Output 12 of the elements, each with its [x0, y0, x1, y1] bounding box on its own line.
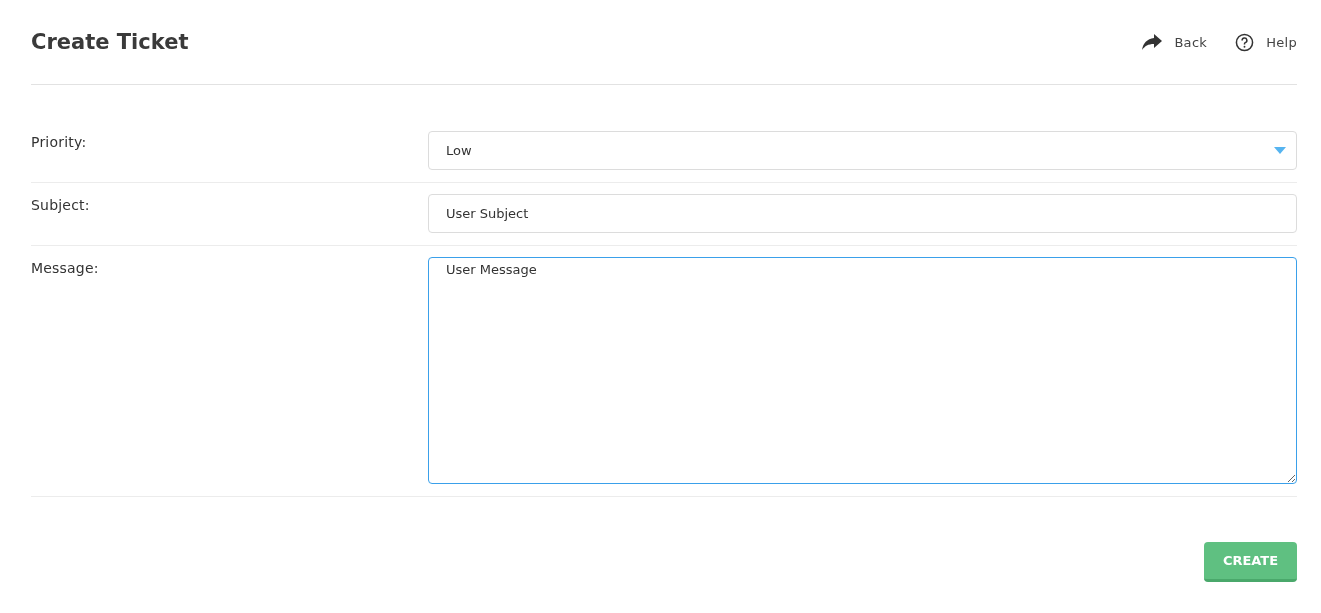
field-label: Message: — [31, 259, 100, 278]
help-icon — [1235, 32, 1255, 52]
field-label: Subject: — [31, 196, 91, 215]
subject-input[interactable]: User Subject — [428, 194, 1297, 233]
help-link[interactable]: Help — [1235, 32, 1297, 52]
priority-select[interactable]: Low — [428, 131, 1297, 170]
share-arrow-icon — [1142, 34, 1163, 50]
page-title: Create Ticket — [31, 30, 189, 54]
field-label: Priority: — [31, 133, 88, 152]
message-textarea[interactable]: User Message — [428, 257, 1297, 484]
dropdown-caret-icon — [1274, 147, 1286, 154]
back-link[interactable]: Back — [1142, 34, 1208, 50]
